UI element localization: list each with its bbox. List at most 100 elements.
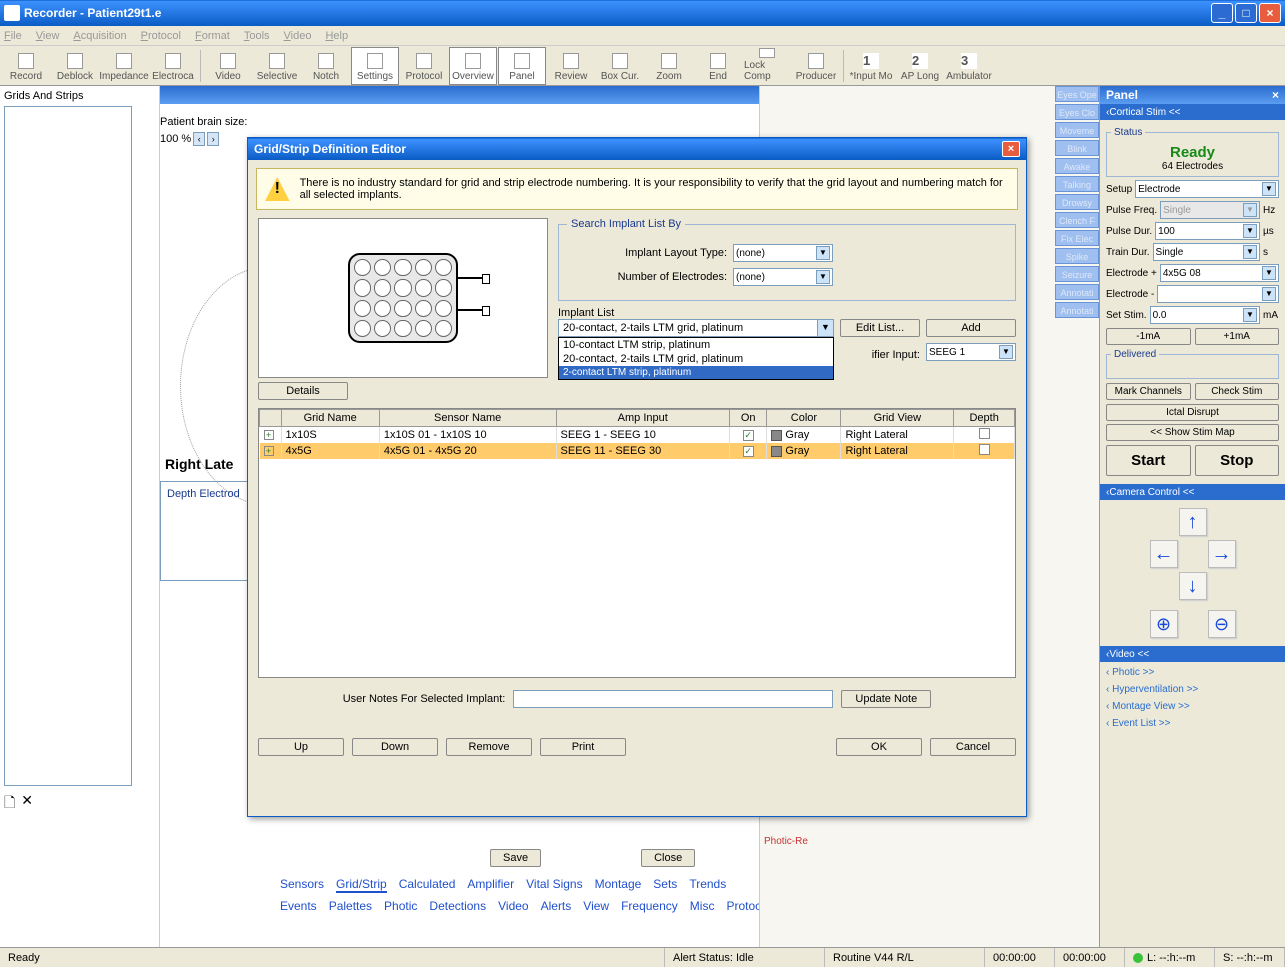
toolbar-lock-comp[interactable]: Lock Comp xyxy=(743,47,791,85)
dialog-close-button[interactable]: × xyxy=(1002,141,1020,157)
start-button[interactable]: Start xyxy=(1106,445,1191,476)
annot-drowsy[interactable]: Drowsy xyxy=(1055,194,1099,210)
toolbar-video[interactable]: Video xyxy=(204,47,252,85)
implant-table[interactable]: Grid NameSensor NameAmp InputOnColorGrid… xyxy=(258,408,1016,678)
table-row[interactable]: +4x5G4x5G 01 - 4x5G 20SEEG 11 - SEEG 30✓… xyxy=(260,443,1015,459)
dropdown-item[interactable]: 10-contact LTM strip, platinum xyxy=(559,338,833,352)
expand-icon[interactable]: + xyxy=(264,430,274,440)
menu-format[interactable]: Format xyxy=(195,30,230,42)
toolbar-zoom[interactable]: Zoom xyxy=(645,47,693,85)
annot-eyes-ope[interactable]: Eyes Ope xyxy=(1055,86,1099,102)
tab-frequency[interactable]: Frequency xyxy=(621,899,678,913)
expand-montage-view-[interactable]: ‹ Montage View >> xyxy=(1104,698,1281,715)
stim-select-electrode-[interactable]: ▼ xyxy=(1157,285,1279,303)
toolbar-selective[interactable]: Selective xyxy=(253,47,301,85)
spin-left-icon[interactable]: ‹ xyxy=(193,132,205,146)
annot-fix-elec[interactable]: Fix Elec xyxy=(1055,230,1099,246)
layout-type-select[interactable]: (none)▼ xyxy=(733,244,833,262)
close-button-inner[interactable]: Close xyxy=(641,849,695,867)
annot-blink[interactable]: Blink xyxy=(1055,140,1099,156)
tab-video[interactable]: Video xyxy=(498,899,528,913)
update-note-button[interactable]: Update Note xyxy=(841,690,931,708)
tab-photic[interactable]: Photic xyxy=(384,899,417,913)
menu-view[interactable]: View xyxy=(36,30,60,42)
grids-strips-listbox[interactable] xyxy=(4,106,132,786)
toolbar-ambulator[interactable]: 3Ambulator xyxy=(945,47,993,85)
tab-amplifier[interactable]: Amplifier xyxy=(467,877,514,891)
toolbar-box-cur-[interactable]: Box Cur. xyxy=(596,47,644,85)
show-stim-map-button[interactable]: << Show Stim Map xyxy=(1106,424,1279,441)
edit-list-button[interactable]: Edit List... xyxy=(840,319,920,337)
menu-acquisition[interactable]: Acquisition xyxy=(73,30,126,42)
menu-protocol[interactable]: Protocol xyxy=(141,30,181,42)
tab-sensors[interactable]: Sensors xyxy=(280,877,324,891)
toolbar-notch[interactable]: Notch xyxy=(302,47,350,85)
spin-right-icon[interactable]: › xyxy=(207,132,219,146)
details-button[interactable]: Details xyxy=(258,382,348,400)
tab-detections[interactable]: Detections xyxy=(429,899,486,913)
toolbar-deblock[interactable]: Deblock xyxy=(51,47,99,85)
minus-1ma-button[interactable]: -1mA xyxy=(1106,328,1191,345)
toolbar-producer[interactable]: Producer xyxy=(792,47,840,85)
save-button[interactable]: Save xyxy=(490,849,541,867)
tab-view[interactable]: View xyxy=(583,899,609,913)
plus-1ma-button[interactable]: +1mA xyxy=(1195,328,1280,345)
dropdown-item[interactable]: 20-contact, 2-tails LTM grid, platinum xyxy=(559,352,833,366)
annot-clench-f[interactable]: Clench F xyxy=(1055,212,1099,228)
tab-grid-strip[interactable]: Grid/Strip xyxy=(336,877,387,893)
tab-vital-signs[interactable]: Vital Signs xyxy=(526,877,582,891)
tab-palettes[interactable]: Palettes xyxy=(329,899,372,913)
amplifier-input-select[interactable]: SEEG 1▼ xyxy=(926,343,1016,361)
expand-photic-[interactable]: ‹ Photic >> xyxy=(1104,664,1281,681)
tab-misc[interactable]: Misc xyxy=(690,899,715,913)
menu-tools[interactable]: Tools xyxy=(244,30,270,42)
depth-checkbox[interactable] xyxy=(979,428,990,439)
cam-up-button[interactable]: ↑ xyxy=(1179,508,1207,536)
delete-icon[interactable]: ✕ xyxy=(21,792,33,816)
toolbar-end[interactable]: End xyxy=(694,47,742,85)
stim-select-train-dur-[interactable]: Single▼ xyxy=(1153,243,1260,261)
table-row[interactable]: +1x10S1x10S 01 - 1x10S 10SEEG 1 - SEEG 1… xyxy=(260,427,1015,444)
annot-moveme[interactable]: Moveme xyxy=(1055,122,1099,138)
stim-select-set-stim-[interactable]: 0.0▼ xyxy=(1150,306,1260,324)
annot-annotati[interactable]: Annotati xyxy=(1055,284,1099,300)
video-header[interactable]: ‹ Video << xyxy=(1100,646,1285,662)
toolbar-record[interactable]: Record xyxy=(2,47,50,85)
col-color[interactable]: Color xyxy=(767,410,841,427)
on-checkbox[interactable]: ✓ xyxy=(743,430,754,441)
num-electrodes-select[interactable]: (none)▼ xyxy=(733,268,833,286)
toolbar-impedance[interactable]: Impedance xyxy=(100,47,148,85)
toolbar-settings[interactable]: Settings xyxy=(351,47,399,85)
stop-button[interactable]: Stop xyxy=(1195,445,1280,476)
stim-select-pulse-dur-[interactable]: 100▼ xyxy=(1155,222,1260,240)
expand-event-list-[interactable]: ‹ Event List >> xyxy=(1104,715,1281,732)
cancel-button[interactable]: Cancel xyxy=(930,738,1016,756)
expand-icon[interactable]: + xyxy=(264,446,274,456)
user-notes-input[interactable] xyxy=(513,690,833,708)
tab-sets[interactable]: Sets xyxy=(653,877,677,891)
menu-video[interactable]: Video xyxy=(284,30,312,42)
toolbar-ap-long[interactable]: 2AP Long xyxy=(896,47,944,85)
ok-button[interactable]: OK xyxy=(836,738,922,756)
expand-hyperventilation-[interactable]: ‹ Hyperventilation >> xyxy=(1104,681,1281,698)
panel-close-icon[interactable]: × xyxy=(1272,88,1279,102)
annot-annotati[interactable]: Annotati xyxy=(1055,302,1099,318)
stim-select-pulse-freq-[interactable]: Single▼ xyxy=(1160,201,1260,219)
ictal-disrupt-button[interactable]: Ictal Disrupt xyxy=(1106,404,1279,421)
mark-channels-button[interactable]: Mark Channels xyxy=(1106,383,1191,400)
stim-select-setup[interactable]: Electrode▼ xyxy=(1135,180,1279,198)
dropdown-item[interactable]: 2-contact LTM strip, platinum xyxy=(559,366,833,379)
stim-header[interactable]: ‹ Cortical Stim << xyxy=(1100,104,1285,120)
toolbar-electroca[interactable]: Electroca xyxy=(149,47,197,85)
annot-talking[interactable]: Talking xyxy=(1055,176,1099,192)
toolbar--input-mo[interactable]: 1*Input Mo xyxy=(847,47,895,85)
tab-alerts[interactable]: Alerts xyxy=(541,899,572,913)
camera-header[interactable]: ‹ Camera Control << xyxy=(1100,484,1285,500)
annot-eyes-clo[interactable]: Eyes Clo xyxy=(1055,104,1099,120)
menu-file[interactable]: File xyxy=(4,30,22,42)
annot-seizure[interactable]: Seizure xyxy=(1055,266,1099,282)
toolbar-protocol[interactable]: Protocol xyxy=(400,47,448,85)
annot-awake[interactable]: Awake xyxy=(1055,158,1099,174)
cam-zoom-out-button[interactable]: ⊖ xyxy=(1208,610,1236,638)
implant-dropdown[interactable]: 10-contact LTM strip, platinum20-contact… xyxy=(558,337,834,380)
